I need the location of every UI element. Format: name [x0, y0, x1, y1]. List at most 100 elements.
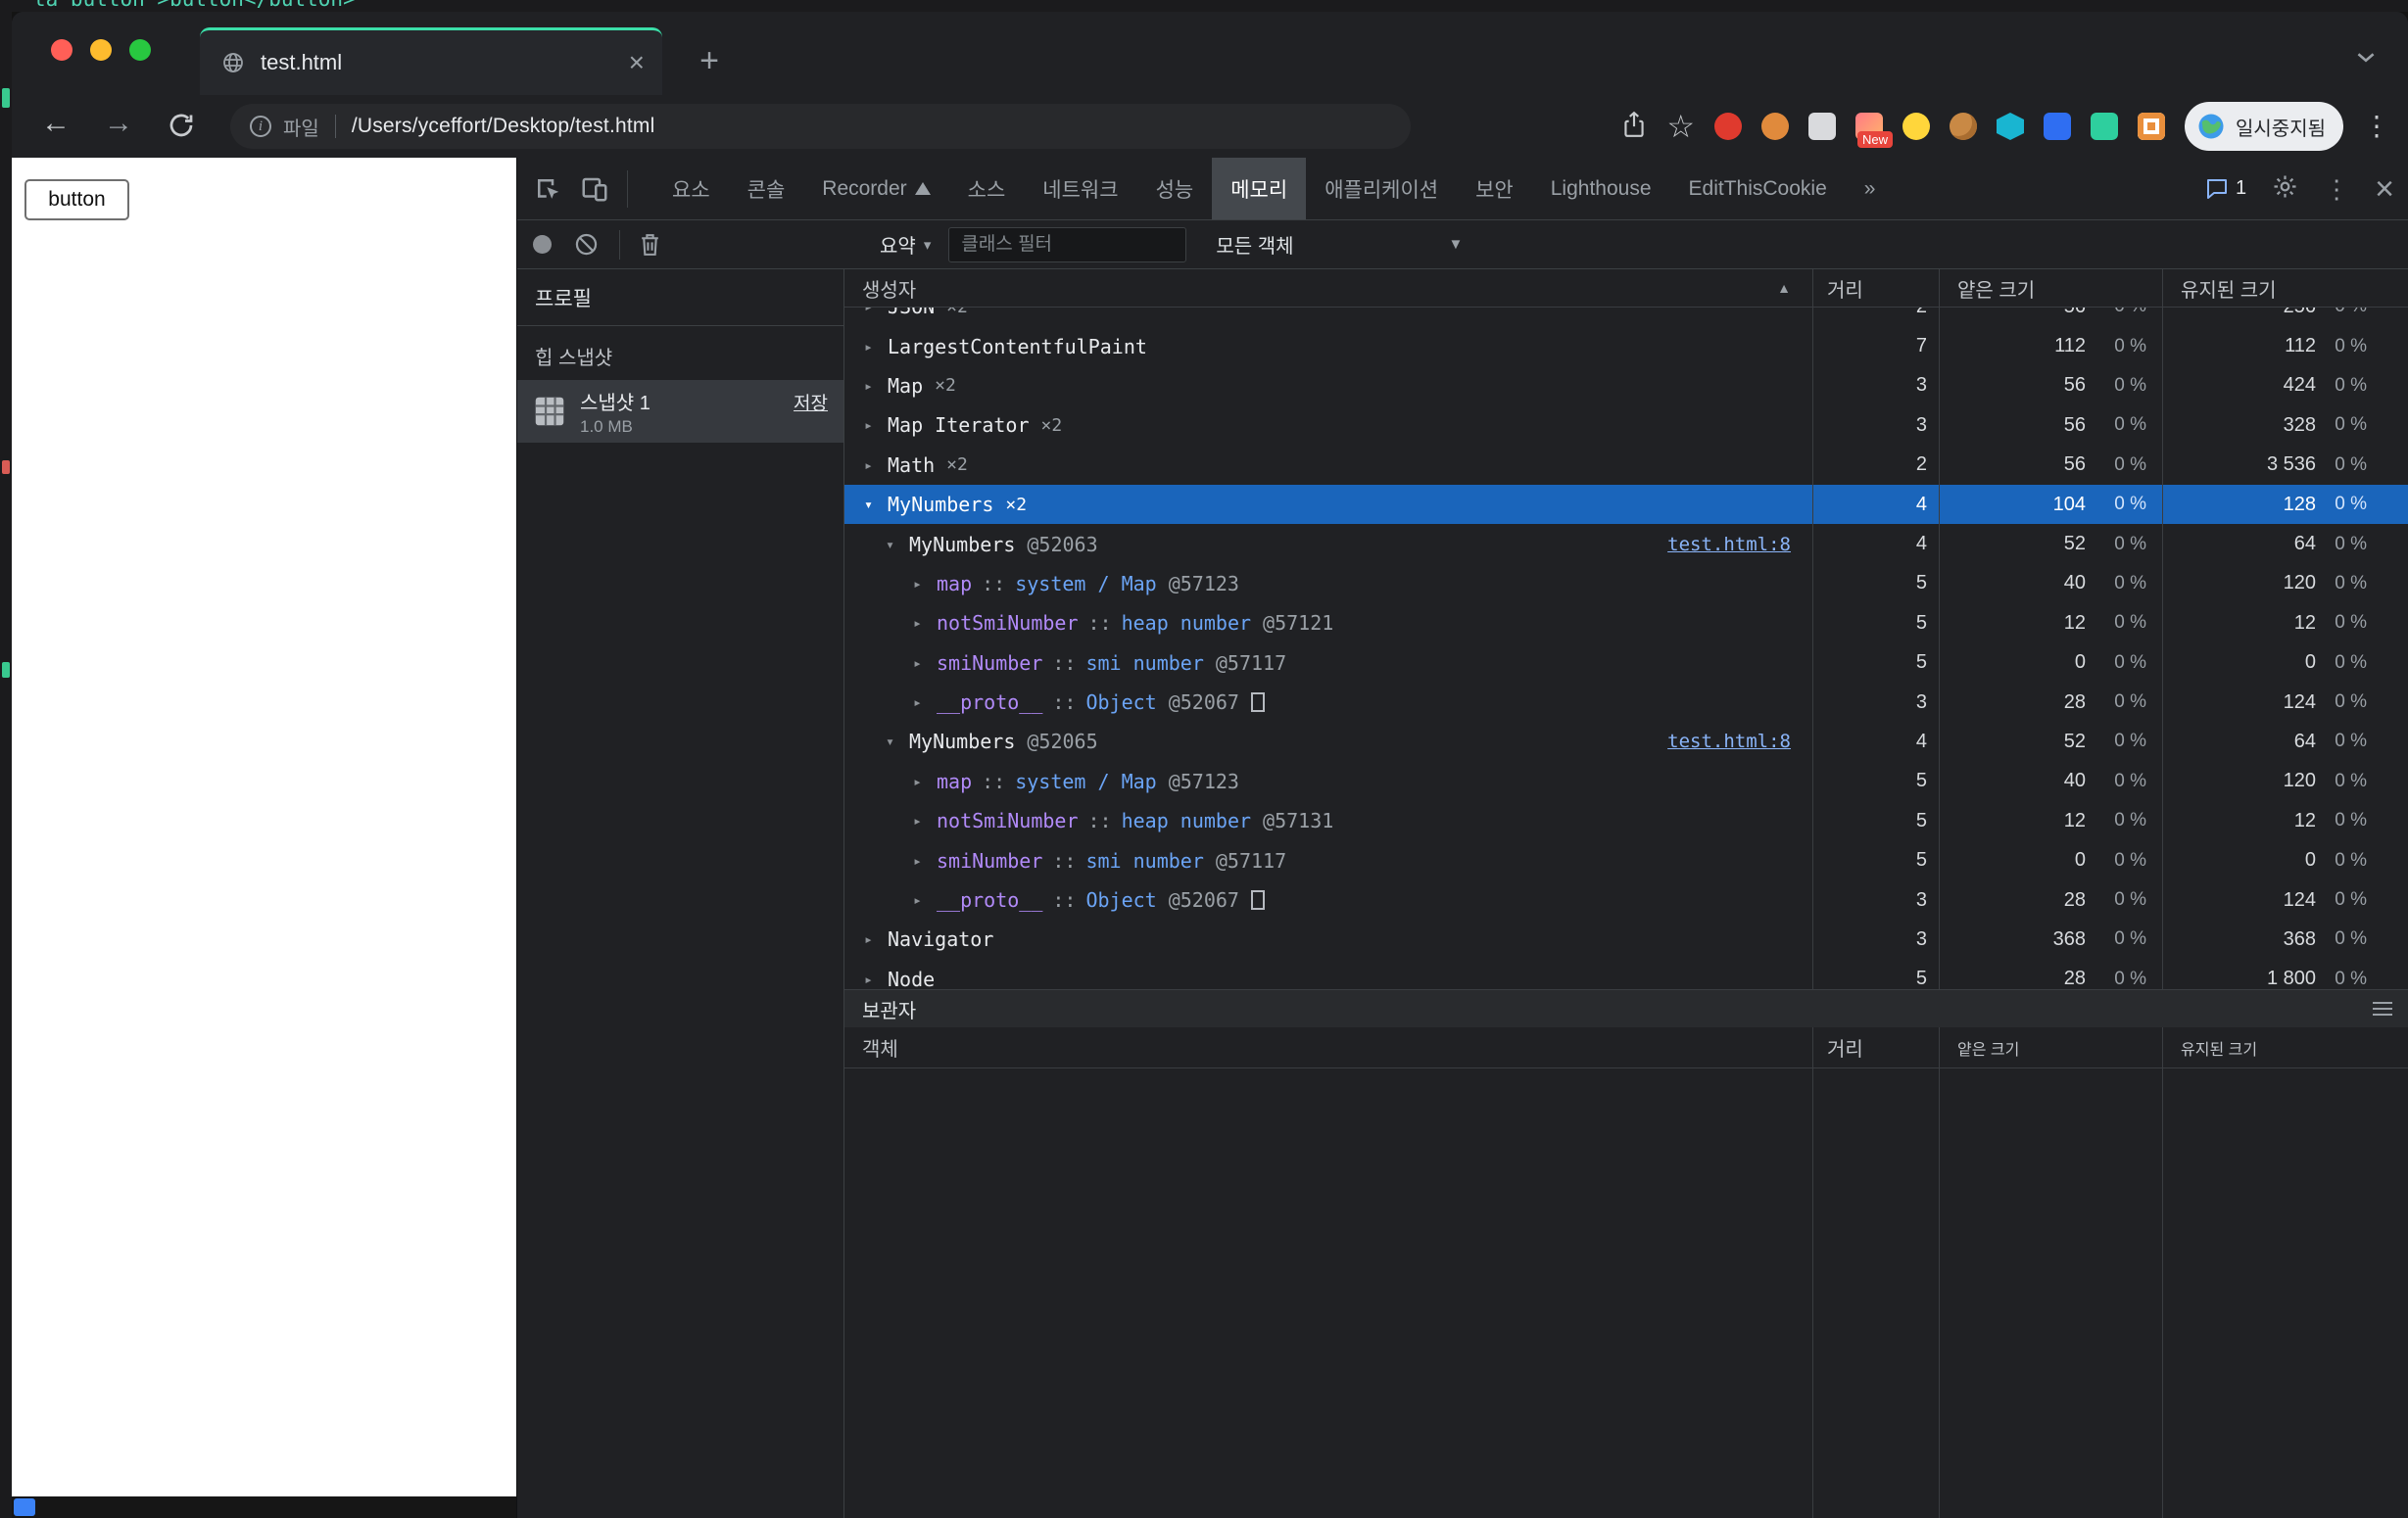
source-link[interactable]: test.html:8 — [1667, 731, 1791, 752]
devtools-menu-icon[interactable]: ⋮ — [2324, 176, 2349, 202]
devtools-tab-메모리[interactable]: 메모리 — [1212, 158, 1307, 219]
column-header-object[interactable]: 객체 — [844, 1027, 1812, 1067]
record-snapshot-button[interactable] — [533, 235, 552, 254]
device-toolbar-icon[interactable] — [580, 174, 609, 204]
heap-row[interactable]: ▸ notSmiNumber:: heap number @57121 5 12 0 % 12… — [844, 603, 2408, 643]
browser-tab[interactable]: test.html × — [200, 27, 662, 95]
heap-row[interactable]: ▸ Math ×2 2 56 0 % 3 536 0 % — [844, 445, 2408, 485]
column-header-shallow-size[interactable]: 얕은 크기 — [1939, 1027, 2162, 1067]
devtools-tab-Lighthouse[interactable]: Lighthouse — [1532, 158, 1670, 219]
column-header-retained-size[interactable]: 유지된 크기 — [2162, 269, 2408, 307]
expand-icon[interactable]: ▸ — [913, 773, 937, 790]
expand-icon[interactable]: ▸ — [864, 338, 888, 356]
extension-reader-icon[interactable] — [2138, 113, 2165, 140]
heap-row[interactable]: ▾ MyNumbers @52065 test.html:8 4 52 0 % 64 0 % — [844, 722, 2408, 762]
window-close-button[interactable] — [51, 39, 72, 61]
expand-icon[interactable]: ▸ — [913, 654, 937, 672]
devtools-settings-gear-icon[interactable] — [2272, 173, 2298, 205]
extension-green-square-icon[interactable] — [2091, 113, 2118, 140]
expand-icon[interactable]: ▸ — [913, 575, 937, 593]
devtools-tab-보안[interactable]: 보안 — [1457, 158, 1532, 219]
heap-row[interactable]: ▸ map:: system / Map @57123 5 40 0 % 120 0 % — [844, 563, 2408, 604]
class-filter-input[interactable] — [948, 226, 1187, 262]
heap-row[interactable]: ▸ notSmiNumber:: heap number @57131 5 12 0 % 12… — [844, 801, 2408, 841]
devtools-close-icon[interactable]: × — [2375, 172, 2394, 206]
heap-row[interactable]: ▸ smiNumber:: smi number @57117 5 0 0 % 0 0 % — [844, 840, 2408, 880]
devtools-tab-네트워크[interactable]: 네트워크 — [1024, 158, 1136, 219]
devtools-tab-성능[interactable]: 성능 — [1137, 158, 1213, 219]
heap-row[interactable]: ▸ Map Iterator ×2 3 56 0 % 328 0 % — [844, 405, 2408, 446]
delete-snapshot-trash-icon[interactable] — [638, 231, 662, 258]
heap-row[interactable]: ▸ __proto__:: Object @52067 3 28 0 % 124 0 % — [844, 879, 2408, 921]
expand-icon[interactable]: ▸ — [864, 308, 888, 315]
window-minimize-button[interactable] — [90, 39, 112, 61]
collapse-icon[interactable]: ▾ — [886, 536, 909, 553]
reload-icon[interactable] — [167, 111, 196, 145]
column-header-retained-size[interactable]: 유지된 크기 — [2162, 1027, 2408, 1067]
collapse-icon[interactable]: ▾ — [886, 733, 909, 750]
back-icon[interactable]: ← — [41, 109, 71, 138]
devtools-tab-overflow[interactable]: » — [1846, 158, 1895, 219]
page-info-icon[interactable]: i — [250, 116, 271, 137]
source-link[interactable]: test.html:8 — [1667, 534, 1791, 555]
extension-hexagon-icon[interactable] — [1997, 113, 2024, 140]
omnibox[interactable]: i 파일 /Users/yceffort/Desktop/test.html — [230, 104, 1411, 149]
expand-icon[interactable]: ▸ — [913, 812, 937, 830]
collapse-icon[interactable]: ▾ — [864, 496, 888, 513]
devtools-tab-Recorder[interactable]: Recorder — [803, 158, 948, 219]
devtools-tab-EditThisCookie[interactable]: EditThisCookie — [1670, 158, 1846, 219]
expand-icon[interactable]: ▸ — [913, 891, 937, 909]
issues-counter[interactable]: 1 — [2205, 177, 2246, 200]
extension-adblock-icon[interactable] — [1714, 113, 1742, 140]
heap-row[interactable]: ▾ MyNumbers ×2 4 104 0 % 128 0 % — [844, 484, 2408, 525]
heap-row[interactable]: ▸ __proto__:: Object @52067 3 28 0 % 124 0 % — [844, 682, 2408, 723]
clear-icon[interactable] — [573, 231, 600, 258]
column-header-distance[interactable]: 거리 — [1812, 269, 1939, 307]
heap-row[interactable]: ▾ MyNumbers @52063 test.html:8 4 52 0 % 64 0 % — [844, 524, 2408, 564]
heap-row[interactable]: ▸ Map ×2 3 56 0 % 424 0 % — [844, 365, 2408, 406]
page-button[interactable]: button — [24, 179, 129, 220]
forward-icon[interactable]: → — [104, 109, 133, 138]
objects-scope-select[interactable]: 모든 객체 ▼ — [1216, 230, 1463, 259]
paused-badge-button[interactable]: 일시중지됨 — [2185, 102, 2343, 151]
column-header-distance[interactable]: 거리 — [1812, 1027, 1939, 1067]
hamburger-menu-icon[interactable] — [2373, 1002, 2392, 1016]
devtools-tab-요소[interactable]: 요소 — [653, 158, 729, 219]
column-header-constructor[interactable]: 생성자 ▲ — [844, 269, 1812, 307]
tab-search-chevron-icon[interactable] — [2355, 51, 2377, 69]
tab-close-icon[interactable]: × — [629, 49, 645, 76]
expand-icon[interactable]: ▸ — [913, 852, 937, 870]
expand-icon[interactable]: ▸ — [913, 614, 937, 632]
extension-tab-group-icon[interactable]: New — [1855, 113, 1893, 148]
extension-puzzle-icon[interactable] — [2044, 113, 2071, 140]
heap-row[interactable]: ▸ Navigator 3 368 0 % 368 0 % — [844, 920, 2408, 960]
new-tab-button[interactable]: + — [688, 41, 731, 84]
heap-row[interactable]: ▸ smiNumber:: smi number @57117 5 0 0 % 0 0 % — [844, 642, 2408, 683]
expand-icon[interactable]: ▸ — [864, 456, 888, 474]
url-text[interactable]: /Users/yceffort/Desktop/test.html — [352, 115, 655, 138]
column-header-shallow-size[interactable]: 얕은 크기 — [1939, 269, 2162, 307]
devtools-tab-콘솔[interactable]: 콘솔 — [729, 158, 804, 219]
heap-row[interactable]: ▸ Node 5 28 0 % 1 800 0 % — [844, 959, 2408, 989]
devtools-tab-애플리케이션[interactable]: 애플리케이션 — [1306, 158, 1457, 219]
browser-menu-icon[interactable]: ⋮ — [2363, 113, 2390, 140]
extension-person-icon[interactable] — [1761, 113, 1789, 140]
expand-icon[interactable]: ▸ — [864, 416, 888, 434]
expand-icon[interactable]: ▸ — [864, 971, 888, 988]
extension-cookie-icon[interactable] — [1950, 113, 1977, 140]
extension-grey-square-icon[interactable] — [1808, 113, 1836, 140]
snapshot-list-item[interactable]: 스냅샷 1 1.0 MB 저장 — [517, 380, 843, 443]
snapshot-save-link[interactable]: 저장 — [794, 389, 828, 415]
devtools-tab-소스[interactable]: 소스 — [949, 158, 1025, 219]
bookmark-star-icon[interactable]: ☆ — [1666, 111, 1695, 142]
share-icon[interactable] — [1621, 110, 1647, 144]
perspective-select[interactable]: 요약 ▾ — [880, 230, 931, 259]
extension-emoji-icon[interactable] — [1902, 113, 1930, 140]
expand-icon[interactable]: ▸ — [864, 377, 888, 395]
window-zoom-button[interactable] — [129, 39, 151, 61]
heap-row[interactable]: ▸ map:: system / Map @57123 5 40 0 % 120 0 % — [844, 761, 2408, 802]
heap-row[interactable]: ▸ LargestContentfulPaint 7 112 0 % 112 0 % — [844, 326, 2408, 366]
inspect-element-icon[interactable] — [533, 174, 562, 204]
heap-row[interactable]: ▸JSON×22560 %2560 % — [844, 308, 2408, 327]
expand-icon[interactable]: ▸ — [864, 930, 888, 948]
